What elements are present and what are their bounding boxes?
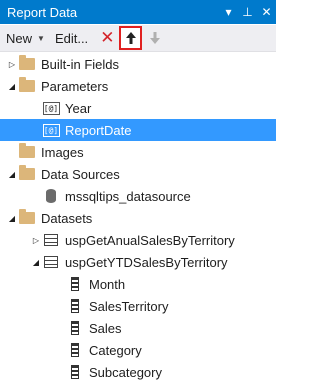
tree-item-label: SalesTerritory	[89, 298, 169, 314]
collapse-arrow-icon[interactable]: ◢	[6, 75, 18, 97]
tree-item-datasets[interactable]: ◢ Datasets	[0, 207, 276, 229]
folder-open-icon	[18, 163, 36, 185]
tree-item-mssqltips-datasource[interactable]: mssqltips_datasource	[0, 185, 276, 207]
tree-item-label: uspGetAnualSalesByTerritory	[65, 232, 235, 248]
arrow-up-icon	[125, 32, 136, 44]
tree-item-label: Data Sources	[41, 166, 120, 182]
tree-item-year[interactable]: [@] Year	[0, 97, 276, 119]
window-title: Report Data	[7, 4, 78, 20]
tree-item-label: Datasets	[41, 210, 93, 226]
collapse-arrow-icon[interactable]: ◢	[30, 251, 42, 273]
tree-item-data-sources[interactable]: ◢ Data Sources	[0, 163, 276, 185]
tree-item-salesterritory[interactable]: SalesTerritory	[0, 295, 276, 317]
tree-item-label: uspGetYTDSalesByTerritory	[65, 254, 228, 270]
folder-icon	[18, 141, 36, 163]
tree-item-month[interactable]: Month	[0, 273, 276, 295]
tree-item-label: Images	[41, 144, 84, 160]
delete-button[interactable]: ✕	[97, 26, 117, 50]
chevron-down-icon: ▼	[37, 33, 45, 43]
delete-icon: ✕	[100, 28, 115, 47]
tree-item-category[interactable]: Category	[0, 339, 276, 361]
window-menu-icon[interactable]: ▾	[219, 0, 238, 24]
close-icon[interactable]: ✕	[257, 0, 276, 24]
new-label: New	[6, 30, 33, 46]
tree-item-label: Subcategory	[89, 364, 162, 380]
tree-item-label: Year	[65, 100, 92, 116]
move-down-button[interactable]	[146, 26, 164, 50]
field-icon	[66, 273, 84, 295]
tree-item-parameters[interactable]: ◢ Parameters	[0, 75, 276, 97]
field-icon	[66, 317, 84, 339]
parameter-icon: [@]	[42, 123, 60, 137]
tree-item-built-in-fields[interactable]: ▷ Built-in Fields	[0, 53, 276, 75]
expand-arrow-icon[interactable]: ▷	[30, 229, 42, 251]
folder-icon	[18, 53, 36, 75]
pin-icon[interactable]: ⊥	[238, 0, 257, 24]
tree-item-subcategory[interactable]: Subcategory	[0, 361, 276, 383]
edit-label: Edit...	[54, 30, 89, 46]
tree-item-label: Built-in Fields	[41, 56, 120, 72]
tree-item-uspgetytdsalesbyterritory[interactable]: ◢ uspGetYTDSalesByTerritory	[0, 251, 276, 273]
tree-item-images[interactable]: Images	[0, 141, 276, 163]
parameter-icon: [@]	[42, 101, 60, 115]
tree-item-label: mssqltips_datasource	[65, 188, 191, 204]
new-button[interactable]: New ▼	[3, 26, 48, 50]
tree-item-sales[interactable]: Sales	[0, 317, 276, 339]
tree-item-label: Parameters	[41, 78, 109, 94]
tree-item-label: ReportDate	[65, 122, 132, 138]
tree-item-reportdate[interactable]: [@] ReportDate	[0, 119, 276, 141]
field-icon	[66, 339, 84, 361]
arrow-down-icon	[150, 32, 161, 44]
tree-item-uspgetanualsalesbyterritory[interactable]: ▷ uspGetAnualSalesByTerritory	[0, 229, 276, 251]
edit-button[interactable]: Edit...	[52, 26, 91, 50]
dataset-table-icon	[42, 229, 60, 251]
toolbar: New ▼ Edit... ✕	[0, 25, 276, 52]
tree-item-label: Category	[89, 342, 142, 358]
field-icon	[66, 295, 84, 317]
tree-item-label: Sales	[89, 320, 122, 336]
folder-open-icon	[18, 75, 36, 97]
field-icon	[66, 361, 84, 383]
collapse-arrow-icon[interactable]: ◢	[6, 163, 18, 185]
tree-item-label: Month	[89, 276, 126, 292]
database-icon	[42, 185, 60, 207]
expand-arrow-icon[interactable]: ▷	[6, 53, 18, 75]
folder-open-icon	[18, 207, 36, 229]
move-up-button[interactable]	[119, 26, 143, 50]
window-title-bar: Report Data ▾ ⊥ ✕	[0, 0, 276, 24]
collapse-arrow-icon[interactable]: ◢	[6, 207, 18, 229]
dataset-table-icon	[42, 251, 60, 273]
